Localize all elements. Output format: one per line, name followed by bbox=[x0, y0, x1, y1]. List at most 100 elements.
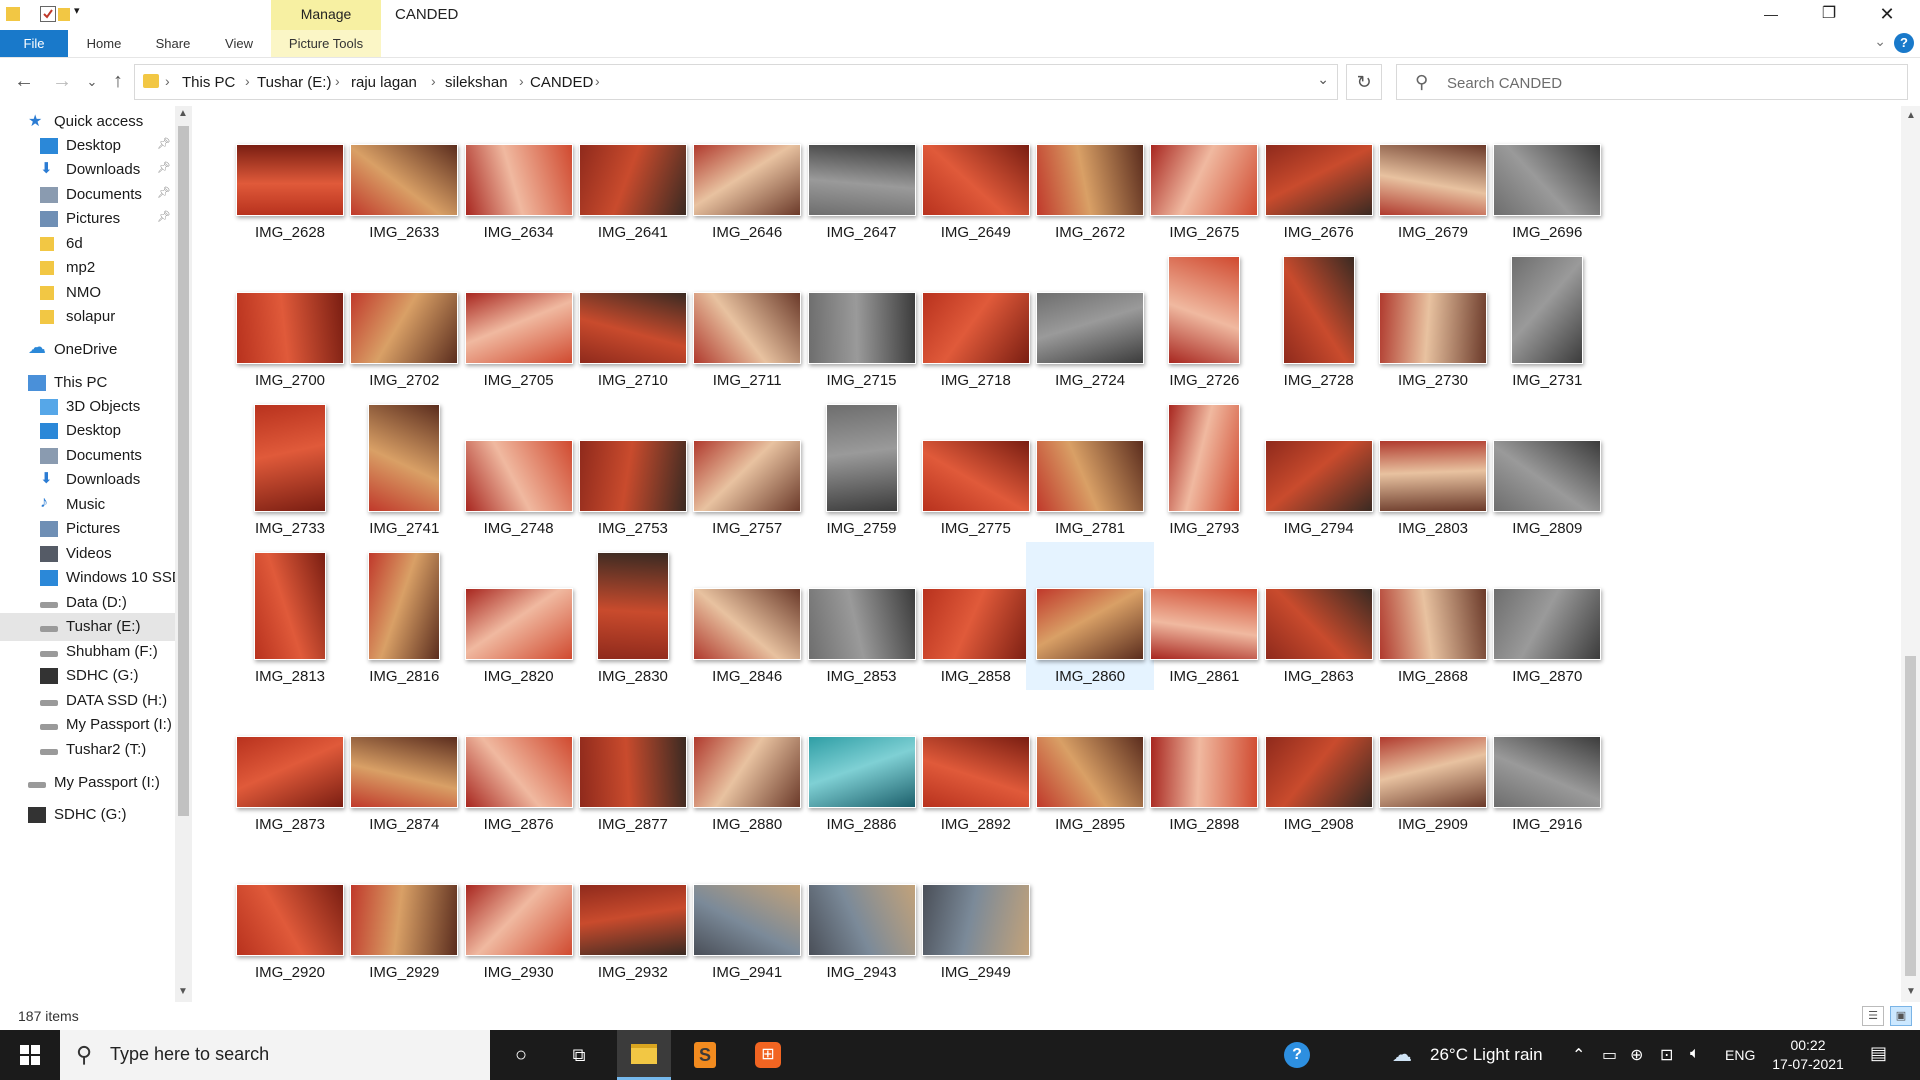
file-tile[interactable]: IMG_2870 bbox=[1483, 542, 1611, 690]
file-tile[interactable]: IMG_2628 bbox=[226, 106, 354, 246]
image-thumbnail[interactable] bbox=[921, 588, 1030, 660]
file-tile[interactable]: IMG_2877 bbox=[569, 690, 697, 838]
file-tile[interactable]: IMG_2759 bbox=[798, 394, 926, 542]
sidebar-item-sdhc-g[interactable]: SDHC (G:) bbox=[0, 801, 175, 829]
file-tile[interactable]: IMG_2949 bbox=[912, 838, 1040, 986]
file-tile[interactable]: IMG_2892 bbox=[912, 690, 1040, 838]
file-tile[interactable]: IMG_2853 bbox=[798, 542, 926, 690]
image-thumbnail[interactable] bbox=[1168, 404, 1241, 512]
file-tile[interactable]: IMG_2895 bbox=[1026, 690, 1154, 838]
file-tile[interactable]: IMG_2863 bbox=[1255, 542, 1383, 690]
image-thumbnail[interactable] bbox=[1264, 736, 1373, 808]
image-thumbnail[interactable] bbox=[807, 144, 916, 216]
file-tile[interactable]: IMG_2932 bbox=[569, 838, 697, 986]
image-thumbnail[interactable] bbox=[921, 440, 1030, 512]
file-tile[interactable]: IMG_2876 bbox=[455, 690, 583, 838]
file-tile[interactable]: IMG_2675 bbox=[1140, 106, 1268, 246]
sidebar-item-tushar2-t[interactable]: Tushar2 (T:) bbox=[0, 736, 175, 764]
file-tile[interactable]: IMG_2813 bbox=[226, 542, 354, 690]
file-tile[interactable]: IMG_2726 bbox=[1140, 246, 1268, 394]
image-thumbnail[interactable] bbox=[236, 144, 344, 216]
file-tile[interactable]: IMG_2880 bbox=[683, 690, 811, 838]
image-thumbnail[interactable] bbox=[693, 588, 802, 660]
image-thumbnail[interactable] bbox=[1264, 440, 1373, 512]
image-thumbnail[interactable] bbox=[578, 292, 687, 364]
details-view-icon[interactable]: ☰ bbox=[1862, 1006, 1884, 1026]
chevron-right-icon[interactable]: › bbox=[595, 73, 600, 89]
chevron-up-icon[interactable]: ⌃ bbox=[1572, 1045, 1585, 1065]
weather-icon[interactable]: ☁ bbox=[1392, 1042, 1412, 1067]
battery-icon[interactable]: ▭ bbox=[1602, 1045, 1617, 1065]
file-tile[interactable]: IMG_2868 bbox=[1369, 542, 1497, 690]
image-thumbnail[interactable] bbox=[368, 552, 441, 660]
file-tile[interactable]: IMG_2858 bbox=[912, 542, 1040, 690]
clock[interactable]: 00:22 17-07-2021 bbox=[1764, 1036, 1852, 1074]
file-tile[interactable]: IMG_2820 bbox=[455, 542, 583, 690]
image-thumbnail[interactable] bbox=[807, 292, 916, 364]
chevron-down-icon[interactable]: ⌄ bbox=[1317, 71, 1329, 88]
search-input[interactable] bbox=[1447, 73, 1887, 93]
image-thumbnail[interactable] bbox=[578, 884, 687, 956]
search-box[interactable]: ⚲ bbox=[1396, 64, 1908, 100]
file-tile[interactable]: IMG_2741 bbox=[340, 394, 468, 542]
content-scrollbar[interactable]: ▲ ▼ bbox=[1901, 106, 1920, 1002]
image-thumbnail[interactable] bbox=[1036, 144, 1145, 216]
recent-locations-icon[interactable]: ⌄ bbox=[78, 74, 106, 90]
image-thumbnail[interactable] bbox=[693, 292, 802, 364]
image-thumbnail[interactable] bbox=[1036, 588, 1145, 660]
image-thumbnail[interactable] bbox=[1168, 256, 1241, 364]
network-icon[interactable]: ⊕ bbox=[1630, 1045, 1643, 1065]
image-thumbnail[interactable] bbox=[464, 144, 573, 216]
file-tile[interactable]: IMG_2920 bbox=[226, 838, 354, 986]
image-thumbnail[interactable] bbox=[1036, 736, 1145, 808]
windows-start-icon[interactable] bbox=[0, 1030, 60, 1080]
content-scrollbar-thumb[interactable] bbox=[1905, 656, 1916, 976]
image-thumbnail[interactable] bbox=[350, 144, 459, 216]
file-tile[interactable]: IMG_2646 bbox=[683, 106, 811, 246]
sidebar-item-tushar-e[interactable]: Tushar (E:) bbox=[0, 613, 175, 641]
file-tile[interactable]: IMG_2861 bbox=[1140, 542, 1268, 690]
display-icon[interactable]: ⊡ bbox=[1660, 1045, 1673, 1065]
file-tile[interactable]: IMG_2702 bbox=[340, 246, 468, 394]
taskbar-search[interactable]: ⚲ Type here to search bbox=[60, 1030, 490, 1080]
image-thumbnail[interactable] bbox=[1150, 144, 1259, 216]
file-tile[interactable]: IMG_2886 bbox=[798, 690, 926, 838]
tab-share[interactable]: Share bbox=[148, 30, 198, 57]
file-tile[interactable]: IMG_2930 bbox=[455, 838, 583, 986]
large-icons-view-icon[interactable]: ▣ bbox=[1890, 1006, 1912, 1026]
breadcrumb-this-pc[interactable]: This PC bbox=[182, 74, 235, 91]
file-tile[interactable]: IMG_2846 bbox=[683, 542, 811, 690]
image-thumbnail[interactable] bbox=[350, 736, 459, 808]
file-tile[interactable]: IMG_2809 bbox=[1483, 394, 1611, 542]
image-thumbnail[interactable] bbox=[1493, 588, 1602, 660]
image-thumbnail[interactable] bbox=[464, 884, 573, 956]
image-thumbnail[interactable] bbox=[1036, 440, 1145, 512]
image-thumbnail[interactable] bbox=[921, 144, 1030, 216]
file-tile[interactable]: IMG_2803 bbox=[1369, 394, 1497, 542]
up-arrow-icon[interactable]: ↑ bbox=[104, 70, 132, 93]
properties-icon[interactable] bbox=[40, 6, 56, 22]
image-thumbnail[interactable] bbox=[807, 588, 916, 660]
file-tile[interactable]: IMG_2710 bbox=[569, 246, 697, 394]
image-thumbnail[interactable] bbox=[1511, 256, 1584, 364]
image-thumbnail[interactable] bbox=[1264, 144, 1373, 216]
sidebar-item-windows-10-ssd[interactable]: Windows 10 SSD bbox=[0, 564, 175, 592]
tab-picture-tools[interactable]: Picture Tools bbox=[271, 30, 381, 57]
sublime-text-icon[interactable]: S bbox=[678, 1030, 732, 1080]
image-thumbnail[interactable] bbox=[254, 552, 326, 660]
image-thumbnail[interactable] bbox=[464, 292, 573, 364]
file-tile[interactable]: IMG_2909 bbox=[1369, 690, 1497, 838]
image-thumbnail[interactable] bbox=[921, 884, 1030, 956]
file-tile[interactable]: IMG_2860 bbox=[1026, 542, 1155, 690]
sidebar-item-my-passport-i[interactable]: My Passport (I:) bbox=[0, 711, 175, 739]
file-tile[interactable]: IMG_2794 bbox=[1255, 394, 1383, 542]
image-thumbnail[interactable] bbox=[693, 884, 802, 956]
breadcrumb-raju-lagan[interactable]: raju lagan bbox=[351, 74, 417, 91]
tab-home[interactable]: Home bbox=[80, 30, 128, 57]
sidebar-item-onedrive[interactable]: ☁ OneDrive bbox=[0, 336, 175, 364]
file-tile[interactable]: IMG_2916 bbox=[1483, 690, 1611, 838]
file-tile[interactable]: IMG_2874 bbox=[340, 690, 468, 838]
image-thumbnail[interactable] bbox=[1036, 292, 1145, 364]
image-thumbnail[interactable] bbox=[1379, 440, 1487, 512]
image-thumbnail[interactable] bbox=[921, 292, 1030, 364]
